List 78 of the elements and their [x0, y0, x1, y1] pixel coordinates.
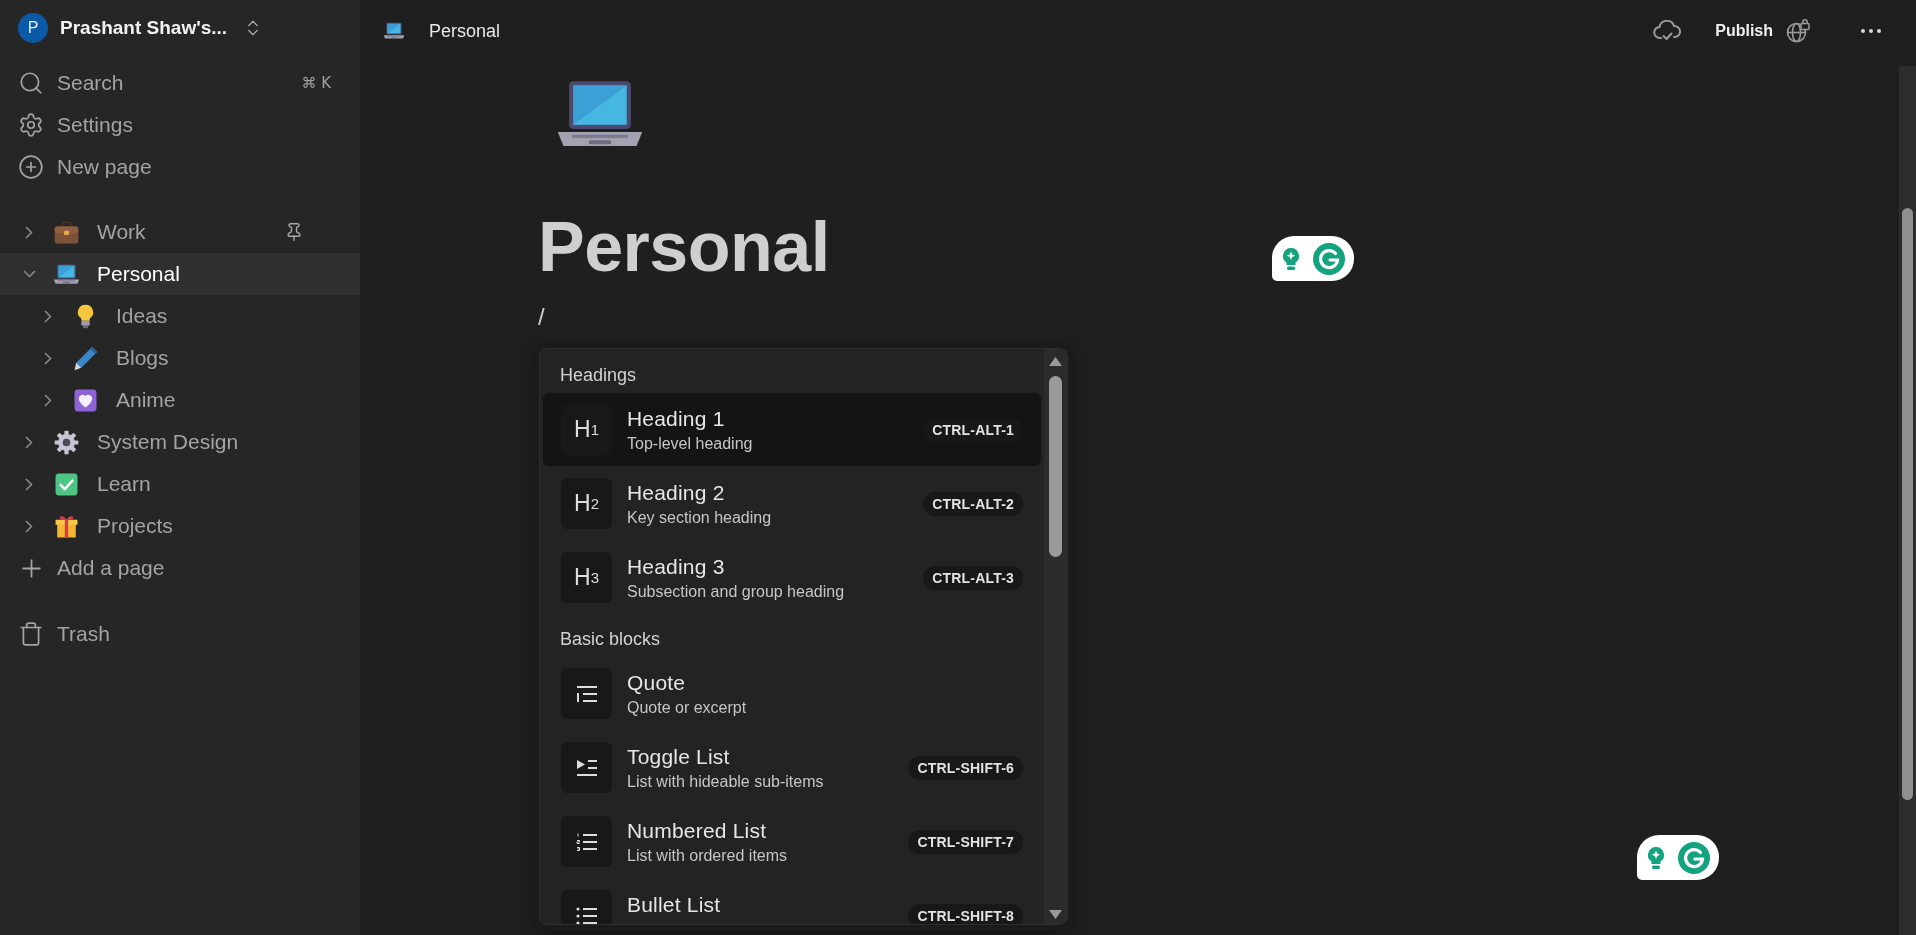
scrollbar-thumb[interactable] [1049, 376, 1062, 557]
item-description: Key section heading [627, 507, 772, 527]
scroll-up-icon[interactable] [1049, 357, 1062, 366]
shortcut-badge: CTRL-ALT-1 [923, 417, 1023, 442]
sidebar-item[interactable]: Settings [0, 104, 360, 146]
laptop-icon [383, 20, 405, 42]
item-title: Heading 2 [627, 479, 726, 505]
scroll-down-icon[interactable] [1049, 910, 1062, 919]
shortcut-badge: CTRL-ALT-3 [923, 565, 1023, 590]
chevron-right-icon[interactable] [44, 309, 52, 323]
sidebar-item[interactable]: New page [0, 146, 360, 188]
search-icon [18, 70, 44, 96]
sidebar-item[interactable]: Work [0, 211, 360, 253]
numbered-list-icon [561, 816, 612, 867]
item-title: Quote [627, 669, 687, 695]
lightbulb-icon[interactable] [1647, 845, 1665, 870]
item-title: Toggle List [627, 743, 731, 769]
chevron-right-icon[interactable] [44, 351, 52, 365]
sidebar-item[interactable]: System Design [0, 421, 360, 463]
chevron-right-icon[interactable] [25, 435, 33, 449]
scrollbar[interactable] [1044, 349, 1067, 924]
settings-icon [18, 112, 44, 138]
globe-lock-icon[interactable] [1786, 19, 1810, 43]
toggle-list-icon [561, 742, 612, 793]
chevron-down-icon[interactable] [22, 270, 36, 278]
item-description: List with ordered items [627, 845, 788, 865]
page-title: Personal [538, 212, 830, 282]
plus-circle-icon [18, 154, 44, 180]
publish-button[interactable]: Publish [1709, 18, 1779, 44]
plus-icon [21, 558, 41, 578]
avatar[interactable]: P [18, 13, 48, 43]
assistant-widget[interactable] [1637, 835, 1719, 880]
assistant-widget[interactable] [1272, 236, 1354, 281]
chevron-right-icon[interactable] [44, 393, 52, 407]
shortcut-hint: ⌘ K [301, 74, 331, 92]
chevron-right-icon[interactable] [25, 477, 33, 491]
item-description: Subsection and group heading [627, 581, 845, 601]
more-icon[interactable] [1861, 29, 1881, 33]
menu-item[interactable]: Toggle List List with hideable sub-items CTRL-SHIFT-6 [543, 731, 1041, 804]
sidebar-item[interactable]: Anime [0, 379, 360, 421]
sidebar-item[interactable]: Projects [0, 505, 360, 547]
menu-item[interactable]: Quote Quote or excerpt [543, 657, 1041, 730]
cloud-check-icon[interactable] [1653, 20, 1682, 42]
sidebar-item[interactable]: Search ⌘ K [0, 62, 360, 104]
sidebar-item[interactable]: Blogs [0, 337, 360, 379]
breadcrumb-link[interactable]: Personal [383, 20, 501, 42]
item-description: Top-level heading [627, 433, 753, 453]
shortcut-badge: CTRL-SHIFT-7 [908, 829, 1023, 854]
section-heading: Basic blocks [559, 628, 661, 651]
workspace-name[interactable]: Prashant Shaw's... [60, 17, 228, 39]
sidebar-item[interactable]: Personal [0, 253, 360, 295]
shortcut-badge: CTRL-SHIFT-8 [908, 903, 1023, 924]
pen-icon [72, 344, 99, 372]
gear-icon [53, 428, 80, 456]
scrollbar[interactable] [1899, 66, 1916, 935]
shortcut-badge: CTRL-SHIFT-6 [908, 755, 1023, 780]
quote-icon [561, 668, 612, 719]
menu-item[interactable]: Bullet List CTRL-SHIFT-8 [543, 879, 1041, 924]
item-title: Numbered List [627, 817, 768, 843]
menu-item[interactable]: Numbered List List with ordered items CTRL-SHIFT-7 [543, 805, 1041, 878]
sidebar-item[interactable]: Add a page [0, 547, 360, 589]
briefcase-icon [53, 218, 80, 246]
item-title: Bullet List [627, 891, 721, 917]
item-title: Heading 1 [627, 405, 726, 431]
item-title: Heading 3 [627, 553, 726, 579]
trash-icon [18, 621, 44, 647]
section-heading: Headings [559, 364, 637, 387]
sidebar-item[interactable]: Learn [0, 463, 360, 505]
chevron-right-icon[interactable] [25, 225, 33, 239]
item-description: Quote or excerpt [627, 697, 747, 717]
shortcut-badge: CTRL-ALT-2 [923, 491, 1023, 516]
chevron-right-icon[interactable] [25, 519, 33, 533]
editor-text: / [538, 302, 545, 332]
sidebar-item[interactable]: Ideas [0, 295, 360, 337]
sidebar-item[interactable]: Trash [0, 613, 360, 655]
item-description: List with hideable sub-items [627, 771, 824, 791]
scrollbar-thumb[interactable] [1902, 208, 1913, 800]
lightbulb-icon[interactable] [1282, 246, 1300, 271]
